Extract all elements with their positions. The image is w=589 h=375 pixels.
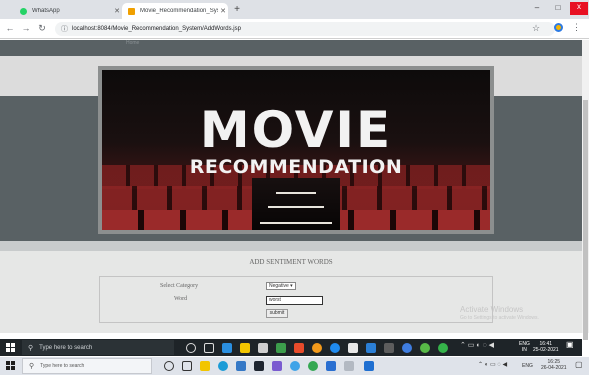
url-text: localhost:8084/Movie_Recommendation_Syst… [72, 26, 241, 32]
app-icon[interactable] [402, 343, 412, 353]
divider-band [0, 241, 582, 251]
page-header-band: Home [0, 40, 582, 56]
banner-subtitle: RECOMMENDATION [189, 156, 403, 178]
firefox-icon[interactable] [312, 343, 322, 353]
region-text: IN [521, 347, 527, 353]
page-icon [128, 7, 135, 15]
app-icon[interactable] [420, 343, 430, 353]
page-viewport: Home MOVIE RECOMMENDATION ADD SENTIMENT … [0, 40, 582, 333]
activate-windows-watermark: Activate Windows Go to Settings to activ… [460, 305, 539, 321]
edge-icon[interactable] [218, 361, 228, 371]
search-placeholder: Type here to search [39, 344, 93, 351]
watermark-subtitle: Go to Settings to activate Windows. [460, 315, 539, 321]
app-icon[interactable] [326, 361, 336, 371]
clock[interactable]: 16:25 26-04-2021 [541, 359, 567, 371]
page-heading: ADD SENTIMENT WORDS [249, 258, 333, 266]
clock[interactable]: 16:41 25-02-2021 [533, 341, 559, 353]
app-icon[interactable] [272, 361, 282, 371]
cortana-icon[interactable] [164, 361, 174, 371]
windows-start-icon[interactable] [6, 343, 16, 353]
whatsapp-icon [20, 7, 27, 15]
tab-whatsapp[interactable]: WhatsApp ✕ [14, 3, 122, 19]
language-indicator[interactable]: ENG [522, 363, 533, 369]
page-scrollbar[interactable] [582, 40, 589, 340]
menu-icon[interactable]: ⋮ [572, 22, 581, 33]
search-placeholder: Type here to search [40, 363, 85, 369]
banner-title: MOVIE [199, 101, 393, 159]
submit-button[interactable]: submit [266, 309, 288, 318]
search-icon: ⚲ [29, 363, 35, 370]
bookmark-star-icon[interactable]: ☆ [532, 23, 540, 34]
host-taskbar: ⚲ Type here to search ⌃ ◐ ▭ ◌ ◀ ENG 16:2… [0, 357, 589, 375]
category-value: Negative [269, 283, 289, 289]
app-icon[interactable] [330, 343, 340, 353]
new-tab-button[interactable]: + [231, 4, 243, 15]
browser-tab-strip: WhatsApp ✕ Movie_Recommendation_System ✕… [0, 0, 589, 19]
tab-title: Movie_Recommendation_System [140, 8, 218, 14]
close-tab-icon[interactable]: ✕ [218, 7, 228, 15]
browser-toolbar: ← → ↻ ⓘ localhost:8084/Movie_Recommendat… [0, 19, 589, 39]
chrome-icon[interactable] [308, 361, 318, 371]
remote-taskbar: ⚲ Type here to search ⌃ ▭ ◐ ◌ ◀ ENG IN 1… [0, 339, 582, 356]
taskbar-search-box[interactable]: ⚲ Type here to search [22, 340, 174, 355]
app-icon[interactable] [254, 361, 264, 371]
back-icon[interactable]: ← [5, 23, 15, 33]
header-link[interactable]: Home [126, 40, 139, 46]
notification-icon[interactable]: ▣ [566, 341, 574, 349]
file-explorer-icon[interactable] [200, 361, 210, 371]
app-icon[interactable] [290, 361, 300, 371]
app-icon[interactable] [366, 343, 376, 353]
file-explorer-icon[interactable] [240, 343, 250, 353]
clock-date: 26-04-2021 [541, 365, 567, 371]
step-light [260, 222, 332, 224]
info-icon[interactable]: ⓘ [61, 24, 68, 34]
minimize-button[interactable]: – [528, 3, 546, 12]
taskbar-search-box[interactable]: ⚲ Type here to search [22, 358, 152, 374]
category-select[interactable]: Negative ▾ [266, 282, 296, 290]
app-icon[interactable] [348, 343, 358, 353]
clock-date: 25-02-2021 [533, 347, 559, 353]
app-icon[interactable] [276, 343, 286, 353]
scrollbar-thumb[interactable] [583, 100, 588, 340]
notification-icon[interactable]: ▢ [575, 361, 583, 369]
tray-icons[interactable]: ⌃ ▭ ◐ ◌ ◀ [460, 342, 494, 349]
step-light [276, 192, 316, 194]
category-label: Select Category [160, 283, 199, 289]
task-view-icon[interactable] [182, 361, 192, 371]
movie-banner: MOVIE RECOMMENDATION [98, 66, 494, 234]
windows-start-icon[interactable] [6, 361, 16, 371]
maximize-button[interactable]: □ [549, 3, 567, 12]
add-word-form: Select Category Negative ▾ Word worst su… [99, 276, 493, 323]
task-view-icon[interactable] [204, 343, 214, 353]
screen: WhatsApp ✕ Movie_Recommendation_System ✕… [0, 0, 589, 375]
chrome-icon[interactable] [438, 343, 448, 353]
extension-icon[interactable] [554, 23, 563, 32]
banner-image: MOVIE RECOMMENDATION [102, 70, 490, 230]
word-label: Word [174, 296, 188, 302]
app-icon[interactable] [344, 361, 354, 371]
address-bar[interactable]: ⓘ localhost:8084/Movie_Recommendation_Sy… [55, 22, 555, 36]
edge-icon[interactable] [222, 343, 232, 353]
close-window-button[interactable]: x [570, 2, 588, 15]
step-light [268, 206, 324, 208]
tray-icons[interactable]: ⌃ ◐ ▭ ◌ ◀ [478, 362, 507, 368]
aisle [252, 178, 340, 230]
close-tab-icon[interactable]: ✕ [112, 7, 122, 15]
reload-icon[interactable]: ↻ [37, 23, 47, 34]
cortana-icon[interactable] [186, 343, 196, 353]
language-indicator[interactable]: ENG IN [519, 341, 530, 353]
search-icon: ⚲ [28, 344, 34, 352]
forward-icon[interactable]: → [21, 23, 31, 33]
chevron-down-icon: ▾ [290, 283, 293, 289]
tab-movie-recommendation[interactable]: Movie_Recommendation_System ✕ [122, 3, 228, 19]
app-icon[interactable] [384, 343, 394, 353]
app-icon[interactable] [294, 343, 304, 353]
app-icon[interactable] [236, 361, 246, 371]
watermark-title: Activate Windows [460, 305, 524, 314]
word-input[interactable]: worst [266, 296, 323, 305]
app-icon[interactable] [364, 361, 374, 371]
store-icon[interactable] [258, 343, 268, 353]
tab-title: WhatsApp [32, 8, 60, 14]
